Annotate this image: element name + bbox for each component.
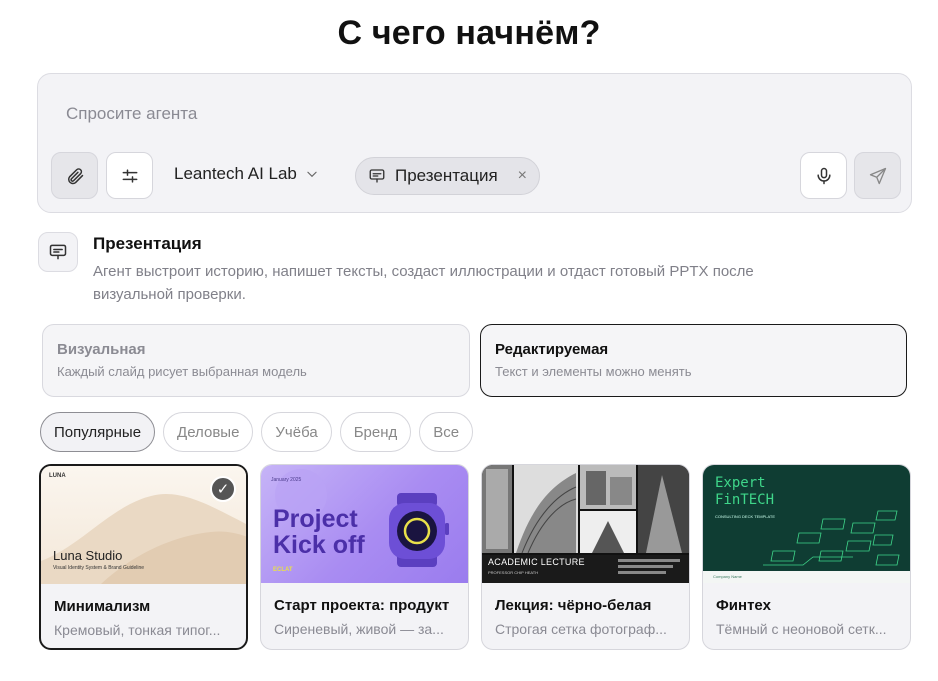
template-description: Тёмный с неоновой сетк... (716, 621, 887, 637)
mode-chip[interactable]: Презентация × (355, 157, 540, 195)
presentation-icon (369, 169, 385, 183)
info-title: Презентация (93, 234, 202, 253)
template-thumbnail: LUNA Luna Studio Visual Identity System … (41, 466, 246, 584)
chip-label: Презентация (395, 166, 498, 185)
thumb-subheading: PROFESSOR CHIP HEATH (488, 570, 539, 575)
microphone-button[interactable] (800, 152, 847, 199)
filter-business[interactable]: Деловые (163, 412, 254, 452)
microphone-icon (816, 167, 831, 184)
thumb-line2: FinTECH (715, 492, 775, 508)
attach-button[interactable] (51, 152, 98, 199)
paperclip-icon (67, 167, 83, 184)
thumb-heading: ACADEMIC LECTURE (488, 557, 585, 567)
model-label: Leantech AI Lab (174, 164, 297, 183)
filter-popular[interactable]: Популярные (40, 412, 156, 452)
thumb-footer: Company Name (713, 574, 742, 579)
template-title: Финтех (716, 597, 771, 614)
thumb-line1: Project (273, 505, 358, 533)
thumb-line2: Kick off (273, 531, 365, 559)
template-title: Старт проекта: продукт (274, 597, 450, 614)
sliders-icon (122, 168, 137, 183)
template-description: Сиреневый, живой — за... (274, 621, 444, 637)
thumb-subheading: Visual Identity System & Brand Guideline (53, 565, 145, 571)
mode-title: Визуальная (57, 341, 146, 358)
thumb-line1: Expert (715, 475, 766, 491)
presentation-info-icon (38, 232, 78, 272)
template-thumbnail: ACADEMIC LECTURE PROFESSOR CHIP HEATH (482, 465, 689, 583)
template-card-fintech[interactable]: Expert FinTECH CONSULTING DECK TEMPLATE … (702, 464, 911, 650)
template-thumbnail: Expert FinTECH CONSULTING DECK TEMPLATE … (703, 465, 910, 583)
mode-option-editable[interactable]: Редактируемая Текст и элементы можно мен… (480, 324, 907, 397)
thumb-subheading: CONSULTING DECK TEMPLATE (715, 514, 776, 519)
mode-option-visual[interactable]: Визуальная Каждый слайд рисует выбранная… (42, 324, 470, 397)
model-selector[interactable]: Leantech AI Lab (174, 164, 319, 184)
mode-description: Текст и элементы можно менять (495, 364, 692, 379)
mode-description: Каждый слайд рисует выбранная модель (57, 364, 307, 379)
send-button[interactable] (854, 152, 901, 199)
page-title: С чего начнём? (337, 14, 601, 52)
template-card-project-kickoff[interactable]: January 2025 Project Kick off ECLAT Стар… (260, 464, 469, 650)
presentation-icon (49, 244, 67, 260)
template-description: Строгая сетка фотограф... (495, 621, 667, 637)
template-title: Минимализм (54, 598, 151, 615)
filter-brand[interactable]: Бренд (339, 412, 412, 452)
chevron-down-icon (307, 171, 317, 178)
thumb-date: January 2025 (271, 477, 302, 483)
template-title: Лекция: чёрно-белая (495, 597, 652, 614)
template-thumbnail: January 2025 Project Kick off ECLAT (261, 465, 468, 583)
chip-close-button[interactable]: × (518, 167, 527, 185)
mode-title: Редактируемая (495, 341, 609, 358)
template-description: Кремовый, тонкая типог... (54, 622, 221, 638)
composer: Leantech AI Lab Презентация × (37, 73, 912, 213)
thumb-brand: LUNA (49, 473, 66, 479)
template-card-minimalism[interactable]: LUNA Luna Studio Visual Identity System … (39, 464, 248, 650)
send-icon (869, 167, 886, 184)
settings-button[interactable] (106, 152, 153, 199)
template-card-lecture-bw[interactable]: ACADEMIC LECTURE PROFESSOR CHIP HEATH Ле… (481, 464, 690, 650)
selected-check-icon: ✓ (210, 476, 236, 502)
prompt-input[interactable] (66, 104, 666, 124)
category-filters: Популярные Деловые Учёба Бренд Все (40, 412, 474, 452)
info-description: Агент выстроит историю, напишет тексты, … (93, 263, 754, 303)
filter-all[interactable]: Все (419, 412, 474, 452)
thumb-brand: ECLAT (273, 567, 293, 573)
thumb-heading: Luna Studio (53, 548, 123, 563)
filter-study[interactable]: Учёба (261, 412, 332, 452)
